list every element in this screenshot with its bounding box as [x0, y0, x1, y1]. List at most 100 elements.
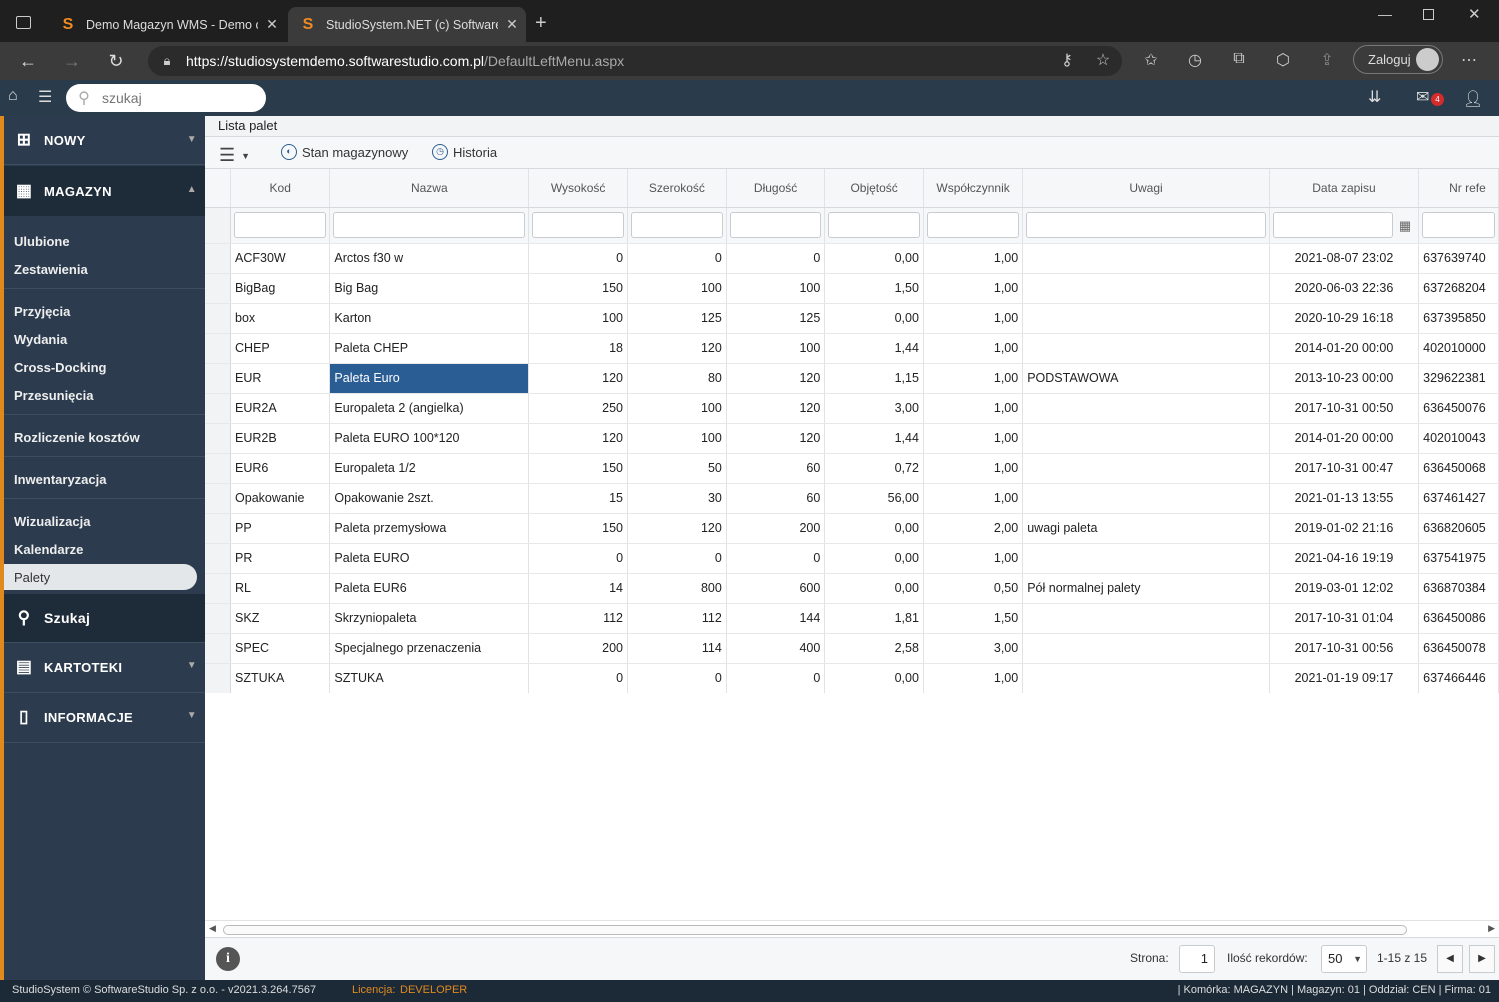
row-selector[interactable] — [205, 663, 232, 693]
table-cell[interactable]: RL — [230, 573, 331, 604]
table-cell[interactable]: Europaleta 2 (angielka) — [329, 393, 530, 424]
table-cell[interactable]: 636450078 — [1418, 633, 1499, 664]
table-row[interactable]: ACF30W Arctos f30 w 0 0 0 0,00 1,00 2021-08-07 … — [205, 243, 1499, 274]
table-cell[interactable]: Paleta EURO 100*120 — [329, 423, 530, 454]
table-cell[interactable]: 120 — [627, 513, 727, 544]
table-cell[interactable]: 0,00 — [824, 543, 924, 574]
table-cell[interactable]: Paleta EUR6 — [329, 573, 530, 604]
filter-wspolczynnik-input[interactable] — [926, 212, 1020, 238]
table-cell[interactable] — [1022, 543, 1270, 574]
table-cell[interactable]: 100 — [726, 273, 826, 304]
table-cell[interactable]: 0,50 — [923, 573, 1024, 604]
table-cell[interactable]: 56,00 — [824, 483, 924, 514]
horizontal-scrollbar[interactable]: ◀ ▶ — [205, 920, 1499, 937]
table-row[interactable]: EUR2A Europaleta 2 (angielka) 250 100 120 3,0… — [205, 393, 1499, 424]
table-cell[interactable]: 0,00 — [824, 663, 924, 693]
table-cell[interactable]: 1,50 — [824, 273, 924, 304]
table-cell[interactable]: 637639740 — [1418, 243, 1499, 274]
table-cell[interactable]: Paleta CHEP — [329, 333, 530, 364]
table-cell[interactable] — [1022, 303, 1270, 334]
sidebar-item-rozliczenie-kosztow[interactable]: Rozliczenie kosztów — [14, 430, 140, 445]
table-cell[interactable]: 200 — [726, 513, 826, 544]
table-cell[interactable]: 0 — [528, 243, 629, 274]
table-cell[interactable]: 600 — [726, 573, 826, 604]
table-cell[interactable] — [1022, 333, 1270, 364]
table-cell[interactable]: PODSTAWOWA — [1022, 363, 1270, 394]
table-cell[interactable]: 400 — [726, 633, 826, 664]
info-icon[interactable]: i — [216, 947, 240, 971]
table-cell[interactable]: 0 — [726, 243, 826, 274]
table-cell[interactable]: 114 — [627, 633, 727, 664]
table-cell[interactable]: 1,00 — [923, 483, 1024, 514]
browser-tab-2[interactable]: S StudioSystem.NET (c) SoftwareSt ✕ — [288, 7, 526, 42]
table-cell[interactable]: 0,00 — [824, 513, 924, 544]
table-cell[interactable]: 120 — [528, 423, 629, 454]
table-row[interactable]: PR Paleta EURO 0 0 0 0,00 1,00 2021-04-16 19:19… — [205, 543, 1499, 574]
table-cell[interactable]: 402010000 — [1418, 333, 1499, 364]
stan-magazynowy-button[interactable]: ◐ Stan magazynowy — [281, 144, 408, 160]
table-cell[interactable]: 2017-10-31 00:47 — [1269, 453, 1420, 484]
table-cell[interactable]: 0 — [627, 243, 727, 274]
filter-wysokosc-input[interactable] — [532, 212, 625, 238]
table-cell[interactable]: SKZ — [230, 603, 331, 634]
table-cell[interactable]: 0,00 — [824, 303, 924, 334]
mail-icon[interactable]: ✉ — [1416, 87, 1429, 107]
table-cell[interactable] — [1022, 633, 1270, 664]
row-selector[interactable] — [205, 393, 232, 424]
historia-button[interactable]: ◷ Historia — [432, 144, 497, 160]
favorites-icon[interactable]: ✩ — [1140, 50, 1162, 70]
table-cell[interactable]: 636450086 — [1418, 603, 1499, 634]
table-row[interactable]: SKZ Skrzyniopaleta 112 112 144 1,81 1,50 2017-1… — [205, 603, 1499, 634]
filter-nazwa-input[interactable] — [333, 212, 526, 238]
forward-icon[interactable]: → — [52, 51, 92, 72]
column-header-nazwa[interactable]: Nazwa — [329, 169, 530, 208]
table-cell[interactable]: Europaleta 1/2 — [329, 453, 530, 484]
filter-szerokosc-input[interactable] — [631, 212, 723, 238]
table-cell[interactable]: 637461427 — [1418, 483, 1499, 514]
table-cell[interactable]: 0,00 — [824, 243, 924, 274]
table-cell[interactable]: 2019-01-02 21:16 — [1269, 513, 1420, 544]
filter-objetosc-input[interactable] — [828, 212, 920, 238]
table-cell[interactable]: Big Bag — [329, 273, 530, 304]
table-cell[interactable]: 2017-10-31 01:04 — [1269, 603, 1420, 634]
table-cell[interactable]: 14 — [528, 573, 629, 604]
table-cell[interactable]: 18 — [528, 333, 629, 364]
row-selector[interactable] — [205, 333, 232, 364]
prev-page-button[interactable]: ◀ — [1437, 945, 1463, 973]
column-header-wspolczynnik[interactable]: Współczynnik — [923, 169, 1024, 208]
tray-icon[interactable]: ⇊ — [1368, 87, 1381, 107]
table-cell[interactable]: SPEC — [230, 633, 331, 664]
back-icon[interactable]: ← — [8, 51, 48, 72]
table-cell[interactable]: 1,00 — [923, 543, 1024, 574]
add-favorite-icon[interactable]: ☆ — [1092, 50, 1114, 70]
table-cell[interactable]: box — [230, 303, 331, 334]
table-row[interactable]: RL Paleta EUR6 14 800 600 0,00 0,50 Pół normaln… — [205, 573, 1499, 604]
more-options-icon[interactable]: ⋯ — [1458, 50, 1480, 70]
sidebar-item-zestawienia[interactable]: Zestawienia — [14, 262, 88, 277]
extensions-icon[interactable]: ⬡ — [1272, 50, 1294, 70]
sidebar-item-przesuniecia[interactable]: Przesunięcia — [14, 388, 94, 403]
row-selector[interactable] — [205, 453, 232, 484]
table-cell[interactable]: 2021-04-16 19:19 — [1269, 543, 1420, 574]
menu-toggle-icon[interactable]: ☰ — [38, 87, 52, 107]
sidebar-item-ulubione[interactable]: Ulubione — [14, 234, 70, 249]
new-tab-icon[interactable]: + — [535, 12, 547, 35]
table-cell[interactable]: 120 — [726, 363, 826, 394]
table-cell[interactable]: 125 — [627, 303, 727, 334]
table-row[interactable]: EUR2B Paleta EURO 100*120 120 100 120 1,44 1,0… — [205, 423, 1499, 454]
table-cell[interactable]: Opakowanie 2szt. — [329, 483, 530, 514]
table-cell[interactable]: 1,50 — [923, 603, 1024, 634]
column-header-data-zapisu[interactable]: Data zapisu — [1269, 169, 1420, 208]
table-cell[interactable]: 100 — [627, 393, 727, 424]
table-cell[interactable]: 60 — [726, 483, 826, 514]
filter-kod-input[interactable] — [234, 212, 327, 238]
table-cell[interactable]: 125 — [726, 303, 826, 334]
table-row[interactable]: EUR Paleta Euro 120 80 120 1,15 1,00 PODSTAWOWA… — [205, 363, 1499, 394]
table-cell[interactable]: 120 — [528, 363, 629, 394]
table-cell[interactable]: 2020-06-03 22:36 — [1269, 273, 1420, 304]
table-cell[interactable]: 2,58 — [824, 633, 924, 664]
table-cell[interactable]: EUR6 — [230, 453, 331, 484]
filter-dlugosc-input[interactable] — [729, 212, 822, 238]
table-row[interactable]: EUR6 Europaleta 1/2 150 50 60 0,72 1,00 2017-10… — [205, 453, 1499, 484]
table-cell[interactable]: 1,00 — [923, 303, 1024, 334]
